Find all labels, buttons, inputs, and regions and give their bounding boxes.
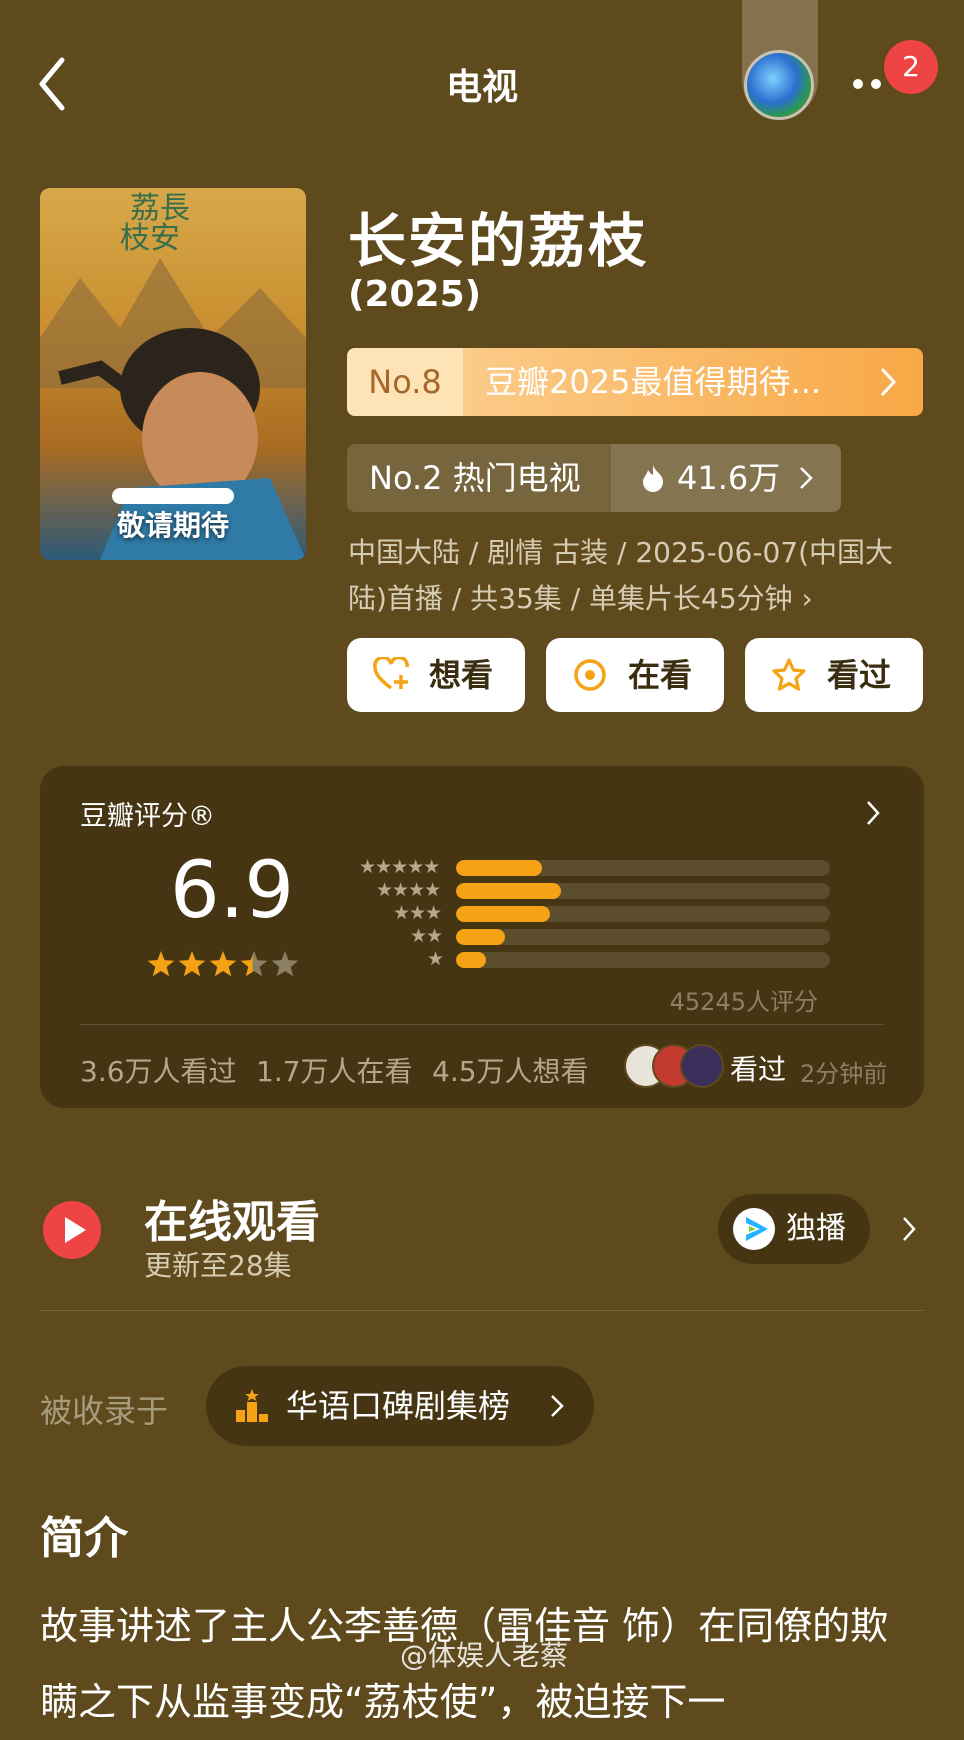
- watching-button[interactable]: 在看: [546, 638, 724, 712]
- show-title: 长安的荔枝: [348, 207, 649, 275]
- distribution-track: [456, 860, 830, 876]
- distribution-track: [456, 952, 830, 968]
- chart-name: 华语口碑剧集榜: [286, 1387, 511, 1425]
- ranking-anticipated[interactable]: No.8 豆瓣2025最值得期待...: [347, 348, 923, 416]
- rater-count: 45245人评分: [669, 988, 818, 1016]
- rating-stars: [147, 951, 299, 977]
- ranking-hot-tv[interactable]: No.2 热门电视 41.6万: [347, 444, 841, 512]
- page-title: 电视: [445, 67, 518, 108]
- notification-badge[interactable]: 2: [884, 40, 938, 94]
- target-icon: [574, 659, 606, 691]
- exclusive-label: 独播: [786, 1211, 846, 1246]
- distribution-stars: ★★: [410, 925, 443, 947]
- distribution-row: ★★★★★: [336, 856, 836, 878]
- watched-count: 3.6万人看过: [80, 1055, 237, 1088]
- star-icon: [271, 951, 299, 977]
- svg-text:枝安: 枝安: [120, 221, 180, 256]
- online-subtitle: 更新至28集: [144, 1249, 292, 1282]
- ranking-number: No.8: [347, 348, 463, 416]
- watching-count: 1.7万人在看: [256, 1055, 413, 1088]
- heart-plus-icon: [373, 657, 409, 690]
- exclusive-chip[interactable]: 独播: [718, 1194, 870, 1264]
- podium-icon: [236, 1389, 268, 1422]
- distribution-row: ★★★: [336, 902, 836, 924]
- watched-button[interactable]: 看过: [745, 638, 923, 712]
- divider: [40, 1310, 924, 1311]
- star-icon: [178, 951, 206, 977]
- distribution-bar: [456, 929, 505, 945]
- chevron-right-icon: [867, 801, 880, 825]
- rating-score: 6.9: [170, 846, 295, 936]
- want-label: 想看: [429, 656, 494, 694]
- star-icon: [209, 951, 237, 977]
- star-icon: [240, 951, 268, 977]
- poster-image[interactable]: 荔長 枝安 敬请期待: [40, 188, 306, 560]
- distribution-bar: [456, 906, 550, 922]
- friend-time: 2分钟前: [800, 1060, 888, 1088]
- tencent-video-icon: [733, 1208, 775, 1250]
- heat-section[interactable]: 41.6万: [611, 444, 841, 512]
- distribution-track: [456, 929, 830, 945]
- online-title[interactable]: 在线观看: [144, 1186, 320, 1250]
- heat-value: 41.6万: [677, 459, 781, 497]
- distribution-bar: [456, 952, 486, 968]
- play-icon[interactable]: [42, 1200, 102, 1260]
- distribution-row: ★★★★: [336, 879, 836, 901]
- ranking-label: 豆瓣2025最值得期待...: [485, 363, 821, 401]
- chart-chip[interactable]: 华语口碑剧集榜: [206, 1366, 594, 1446]
- distribution-bar: [456, 883, 561, 899]
- watching-label: 在看: [628, 656, 693, 694]
- distribution-track: [456, 906, 830, 922]
- distribution-row: ★★: [336, 925, 836, 947]
- star-outline-icon: [772, 658, 806, 691]
- chevron-right-icon: [880, 367, 897, 397]
- intro-title: 简介: [40, 1513, 128, 1564]
- poster-caption: 敬请期待: [116, 509, 229, 542]
- distribution-stars: ★★★★: [376, 879, 441, 901]
- avatar[interactable]: [744, 50, 814, 120]
- watched-label: 看过: [827, 656, 892, 694]
- distribution-stars: ★★★★★: [359, 856, 440, 878]
- chevron-right-icon: [551, 1395, 564, 1417]
- show-year: (2025): [348, 274, 482, 315]
- friend-avatar: [680, 1044, 724, 1088]
- rating-card[interactable]: 豆瓣评分® 6.9 ★★★★★ ★★★★ ★★★ ★★ ★ 45245人评分 3.6万人…: [40, 766, 924, 1108]
- chevron-right-icon: [800, 467, 813, 489]
- distribution-stars: ★★★: [393, 902, 442, 924]
- want-button[interactable]: 想看: [347, 638, 525, 712]
- show-meta[interactable]: 中国大陆 / 剧情 古装 / 2025-06-07(中国大陆)首播 / 共35集…: [348, 530, 928, 622]
- more-icon[interactable]: [850, 74, 890, 94]
- poster-tag: [112, 488, 234, 504]
- want-count: 4.5万人想看: [432, 1055, 589, 1088]
- star-icon: [147, 951, 175, 977]
- ranking-hot-label: No.2 热门电视: [369, 459, 581, 497]
- distribution-stars: ★: [427, 948, 444, 970]
- divider: [80, 1024, 884, 1025]
- fire-icon: [643, 465, 663, 492]
- distribution-track: [456, 883, 830, 899]
- friend-action: 看过: [730, 1053, 787, 1086]
- distribution-row: ★: [336, 948, 836, 970]
- rating-title: 豆瓣评分®: [80, 801, 215, 832]
- included-label: 被收录于: [40, 1392, 169, 1430]
- distribution-bar: [456, 860, 543, 876]
- chevron-right-icon[interactable]: [902, 1216, 916, 1242]
- watermark: @体娱人老蔡: [400, 1639, 569, 1672]
